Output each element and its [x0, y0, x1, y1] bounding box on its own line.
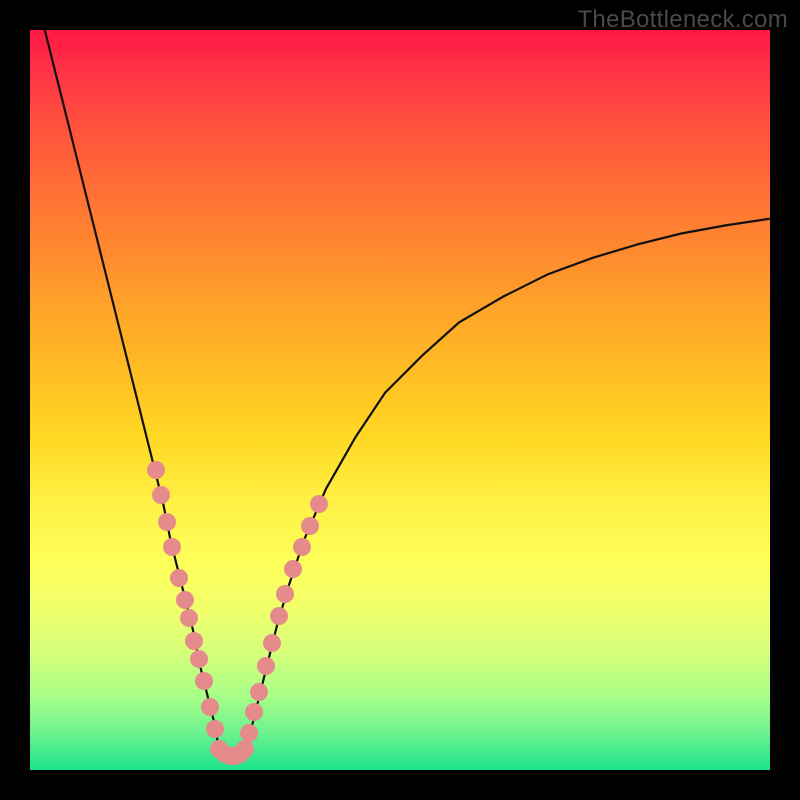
- watermark-text: TheBottleneck.com: [577, 6, 788, 34]
- left-dot-8: [190, 650, 208, 668]
- right-dot-2: [250, 683, 268, 701]
- chart-container: TheBottleneck.com: [0, 0, 800, 800]
- left-dot-9: [195, 672, 213, 690]
- left-dot-6: [180, 609, 198, 627]
- left-dot-7: [185, 632, 203, 650]
- left-dot-1: [152, 486, 170, 504]
- left-dot-2: [158, 513, 176, 531]
- left-dot-0: [147, 461, 165, 479]
- left-dot-4: [170, 569, 188, 587]
- right-dot-1: [245, 703, 263, 721]
- left-dot-5: [176, 591, 194, 609]
- left-dot-3: [163, 538, 181, 556]
- right-dot-0: [240, 724, 258, 742]
- left-dot-11: [206, 720, 224, 738]
- right-dot-7: [284, 560, 302, 578]
- right-dot-5: [270, 607, 288, 625]
- curve-svg: [30, 30, 770, 770]
- bottleneck-curve: [45, 30, 770, 757]
- plot-area: [30, 30, 770, 770]
- right-dot-3: [257, 657, 275, 675]
- right-dot-4: [263, 634, 281, 652]
- right-dot-8: [293, 538, 311, 556]
- right-dot-10: [310, 495, 328, 513]
- right-dot-6: [276, 585, 294, 603]
- right-dot-9: [301, 517, 319, 535]
- left-dot-10: [201, 698, 219, 716]
- bottom-dot-5: [236, 740, 254, 758]
